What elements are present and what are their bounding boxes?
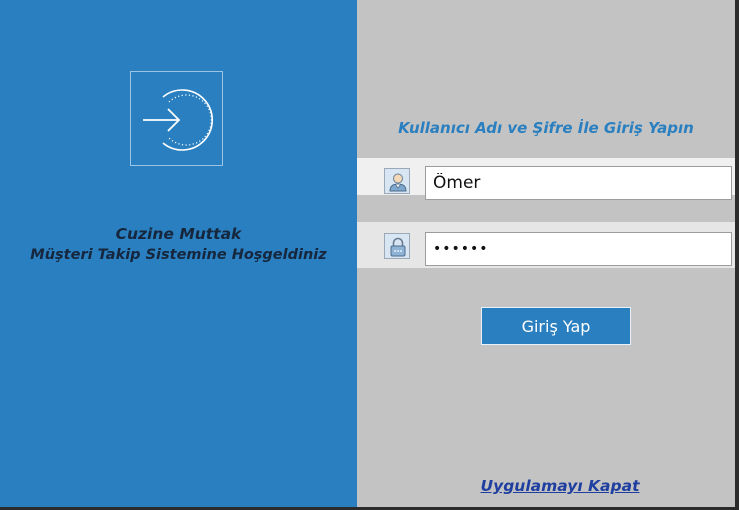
welcome-message: Cuzine Muttak Müşteri Takip Sistemine Ho… xyxy=(0,224,357,266)
login-window: Cuzine Muttak Müşteri Takip Sistemine Ho… xyxy=(0,0,739,510)
lock-icon xyxy=(384,233,410,259)
user-icon xyxy=(384,168,410,194)
login-arrow-icon xyxy=(130,71,223,166)
password-input[interactable] xyxy=(425,232,732,266)
user-icon-graphic xyxy=(389,173,407,192)
window-border-right xyxy=(735,0,739,510)
welcome-panel: Cuzine Muttak Müşteri Takip Sistemine Ho… xyxy=(0,0,357,507)
login-button[interactable]: Giriş Yap xyxy=(481,307,631,345)
welcome-subtitle: Müşteri Takip Sistemine Hoşgeldiniz xyxy=(30,247,327,263)
username-input[interactable] xyxy=(425,166,732,200)
close-app-link[interactable]: Uygulamayı Kapat xyxy=(357,477,735,495)
welcome-title: Cuzine Muttak xyxy=(115,225,242,243)
login-instructions: Kullanıcı Adı ve Şifre İle Giriş Yapın xyxy=(398,119,694,137)
login-arrow-icon-graphic xyxy=(143,89,214,151)
lock-icon-graphic xyxy=(390,237,406,257)
